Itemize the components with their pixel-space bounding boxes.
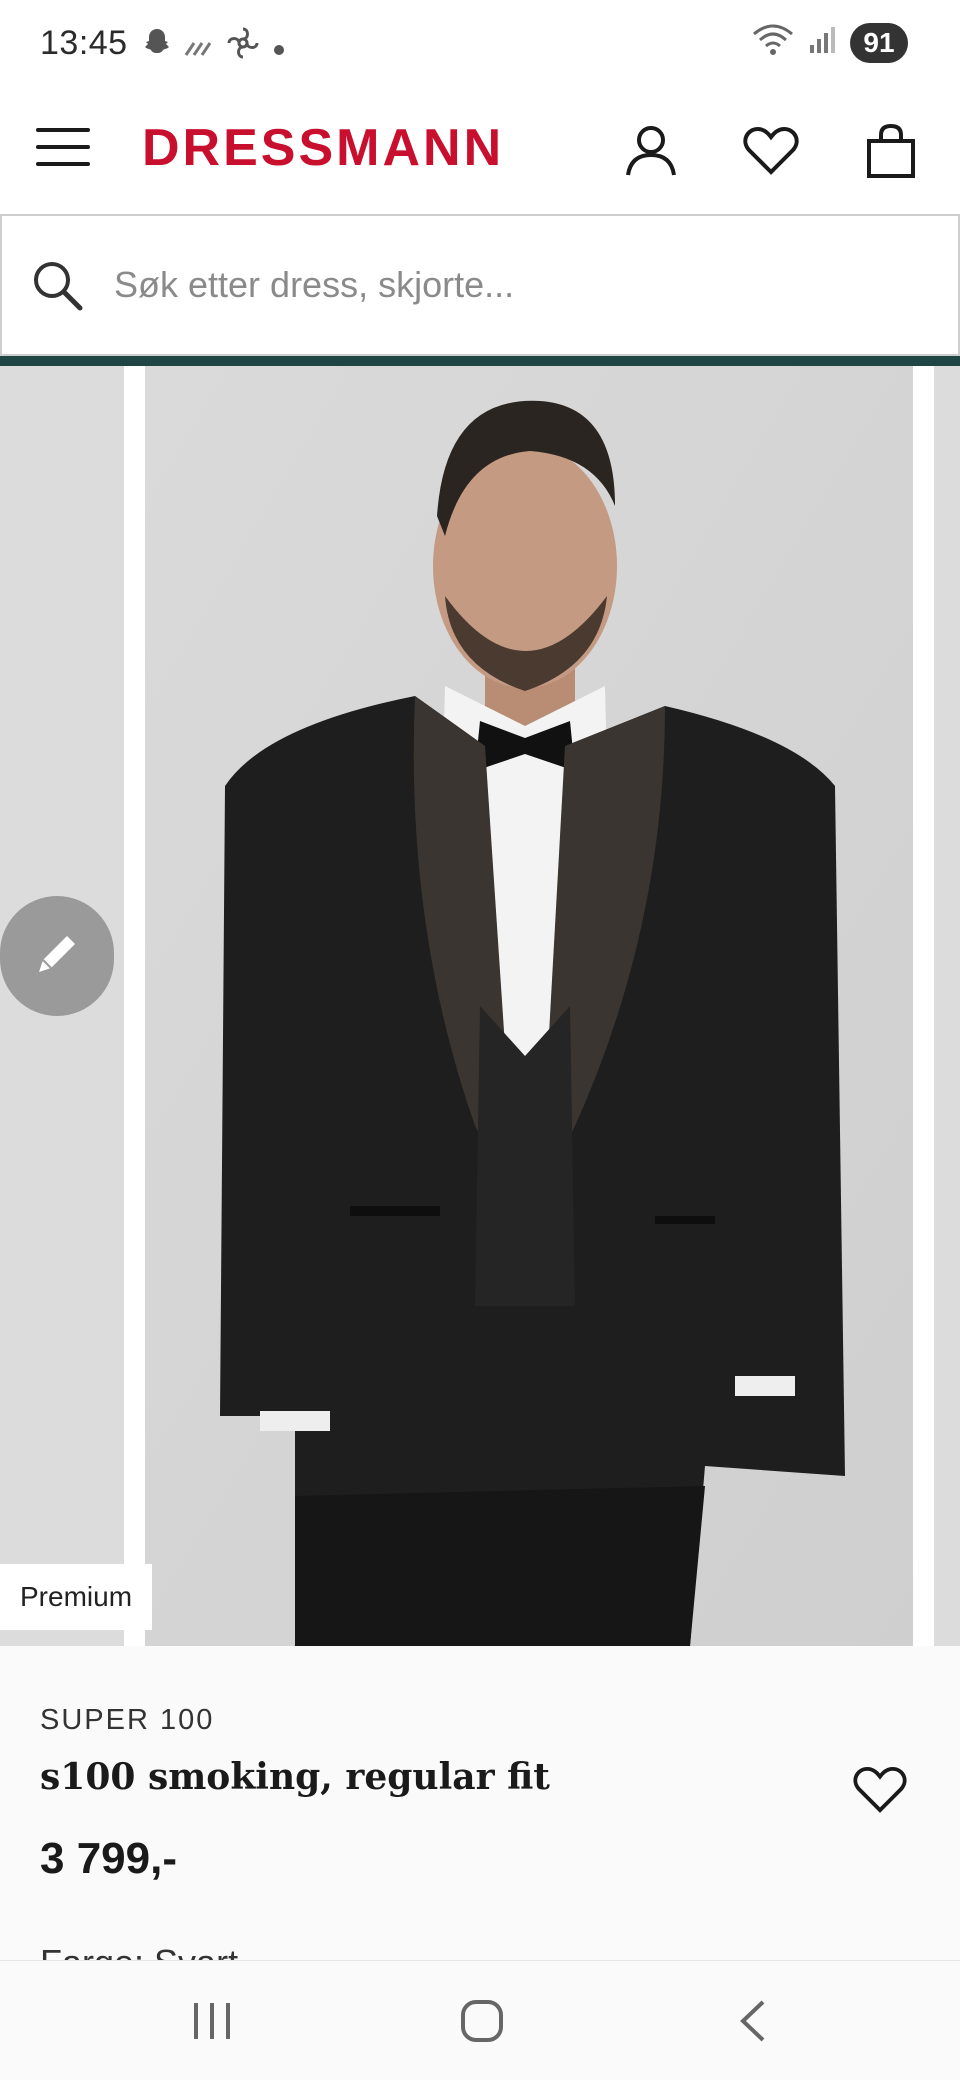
account-icon[interactable]	[616, 116, 686, 186]
add-to-wishlist-heart-icon[interactable]	[846, 1756, 914, 1824]
status-bar: 13:45 91	[0, 0, 960, 92]
battery-level: 91	[850, 22, 908, 63]
product-info: SUPER 100 s100 smoking, regular fit 3 79…	[0, 1646, 960, 1960]
status-system-icons: 91	[752, 22, 908, 63]
signal-weak-icon	[184, 30, 214, 66]
home-icon[interactable]	[442, 1991, 522, 2051]
dot-icon	[272, 30, 286, 66]
recent-apps-icon[interactable]	[172, 1991, 252, 2051]
menu-icon[interactable]	[36, 128, 90, 178]
model-in-tuxedo-illustration	[145, 366, 913, 1646]
search-input[interactable]	[114, 252, 914, 318]
premium-badge: Premium	[0, 1564, 153, 1630]
product-image-gallery[interactable]: Premium	[0, 366, 960, 1646]
status-time: 13:45	[40, 24, 128, 62]
product-color: Farge: Svart	[40, 1938, 238, 1960]
product-brand: SUPER 100	[40, 1704, 215, 1736]
wishlist-heart-icon[interactable]	[736, 116, 806, 186]
back-icon[interactable]	[712, 1991, 792, 2051]
edit-button[interactable]	[0, 896, 114, 1016]
brand-logo[interactable]: DRESSMANN	[142, 118, 504, 178]
search-icon[interactable]	[30, 258, 84, 312]
fan-icon	[226, 26, 260, 69]
search-bar[interactable]	[0, 214, 960, 356]
wifi-6e-icon	[752, 22, 794, 63]
product-image[interactable]	[145, 366, 913, 1646]
next-image-slide[interactable]	[934, 366, 960, 1646]
product-name: s100 smoking, regular fit	[40, 1756, 550, 1798]
cell-signal-icon	[808, 25, 836, 60]
status-notification-icons	[142, 26, 286, 69]
system-navigation-bar	[0, 1960, 960, 2080]
snapchat-icon	[142, 27, 172, 68]
shopping-bag-icon[interactable]	[856, 116, 926, 186]
product-price: 3 799,-	[40, 1834, 177, 1883]
pencil-icon	[29, 926, 85, 987]
accent-divider	[0, 356, 960, 366]
site-header: DRESSMANN	[0, 92, 960, 214]
